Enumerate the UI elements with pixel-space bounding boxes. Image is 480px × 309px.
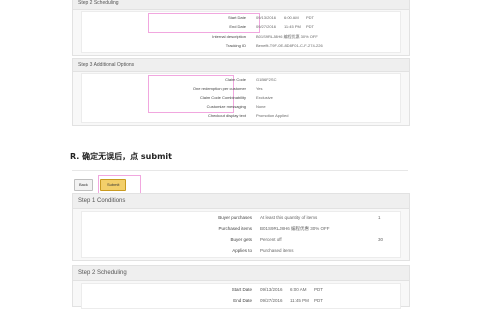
additional-row: Claim Code G1B6F2SC — [82, 77, 400, 86]
top-internal-description-label: Internal description — [212, 34, 246, 39]
bottom-step1-panel: Step 1 Conditions Buyer purchases At lea… — [72, 193, 410, 261]
condition-row: Buyer gets Percent off 30 — [82, 237, 400, 246]
submit-button[interactable]: Submit — [100, 179, 127, 191]
condition-value: B01S9RLJ8H6 编程优惠 30% OFF — [260, 226, 330, 231]
additional-label: Claim Code — [225, 77, 246, 82]
top-internal-description-value: B01S9RLJ8H6 编程优惠 30% OFF — [256, 34, 318, 39]
condition-row: Buyer purchases At least this quantity o… — [82, 215, 400, 224]
bottom-end-tz-value: PDT — [314, 298, 323, 303]
top-start-date-value: 09/13/2016 — [256, 15, 277, 20]
bottom-step1-header: Step 1 Conditions — [73, 194, 409, 209]
additional-value: G1B6F2SC — [256, 77, 277, 82]
top-start-time-value: 6:00 AM — [284, 15, 299, 20]
bottom-start-date-value: 09/13/2016 — [260, 287, 283, 292]
bottom-end-date-row: End Date 09/27/2016 11:45 PM PDT — [82, 298, 400, 307]
condition-value: Percent off — [260, 237, 282, 242]
top-end-date-row: End Date 09/27/2016 11:45 PM PDT — [82, 24, 400, 33]
additional-label: Checkout display text — [207, 113, 246, 118]
top-internal-description-row: Internal description B01S9RLJ8H6 编程优惠 30… — [82, 34, 400, 43]
top-start-date-label: Start Date — [227, 15, 246, 20]
top-step3-header: Step 3 Additional Options — [73, 59, 409, 72]
bottom-step1-body: Buyer purchases At least this quantity o… — [81, 211, 401, 258]
additional-value: Promotion Applied — [256, 113, 289, 118]
bottom-end-date-label: End Date — [233, 298, 252, 303]
additional-value: Exclusive — [256, 95, 273, 100]
bottom-step2-body: Start Date 09/13/2016 6:00 AM PDT End Da… — [81, 283, 401, 309]
top-step2-panel: Step 2 Scheduling Start Date 09/13/2016 … — [72, 0, 410, 56]
additional-label: Customize messaging — [206, 104, 246, 109]
top-step3-body: Claim Code G1B6F2SC One redemption per c… — [81, 73, 401, 123]
instruction-heading: R. 确定无误后，点 submit — [70, 152, 173, 161]
top-end-date-value: 09/27/2016 — [256, 24, 277, 29]
bottom-start-tz-value: PDT — [314, 287, 323, 292]
additional-row: Checkout display text Promotion Applied — [82, 113, 400, 122]
top-step2-header: Step 2 Scheduling — [73, 0, 409, 10]
condition-label: Buyer purchases — [218, 215, 252, 220]
additional-row: One redemption per customer Yes — [82, 86, 400, 95]
top-end-time-value: 11:45 PM — [284, 24, 301, 29]
top-end-date-label: End Date — [229, 24, 246, 29]
top-tracking-id-value: Benefit-T9F-0E-8D8F01-C-F-274-226 — [256, 43, 323, 48]
additional-label: Claim Code Combinability — [199, 95, 246, 100]
condition-extra: 30 — [378, 237, 384, 242]
top-start-tz-value: PDT — [306, 15, 314, 20]
bottom-end-time-value: 11:45 PM — [290, 298, 309, 303]
top-start-date-row: Start Date 09/13/2016 6:00 AM PDT — [82, 15, 400, 24]
bottom-end-date-value: 09/27/2016 — [260, 298, 283, 303]
condition-value: At least this quantity of items — [260, 215, 318, 220]
top-end-tz-value: PDT — [306, 24, 314, 29]
top-step2-body: Start Date 09/13/2016 6:00 AM PDT End Da… — [81, 11, 401, 53]
condition-extra: 1 — [378, 215, 381, 220]
condition-label: Purchased items — [218, 226, 252, 231]
additional-row: Customize messaging None — [82, 104, 400, 113]
condition-label: Buyer gets — [230, 237, 252, 242]
back-button[interactable]: Back — [74, 179, 93, 191]
bottom-start-date-label: Start Date — [231, 287, 252, 292]
condition-row: Purchased items B01S9RLJ8H6 编程优惠 30% OFF — [82, 226, 400, 235]
bottom-step2-header: Step 2 Scheduling — [73, 266, 409, 281]
condition-label: Applies to — [232, 248, 252, 253]
condition-row: Applies to Purchased items — [82, 248, 400, 257]
additional-row: Claim Code Combinability Exclusive — [82, 95, 400, 104]
additional-label: One redemption per customer — [192, 86, 246, 91]
additional-value: None — [256, 104, 266, 109]
top-tracking-id-label: Tracking ID — [225, 43, 246, 48]
additional-value: Yes — [256, 86, 263, 91]
bottom-start-date-row: Start Date 09/13/2016 6:00 AM PDT — [82, 287, 400, 296]
condition-value: Purchased items — [260, 248, 294, 253]
bottom-step2-panel: Step 2 Scheduling Start Date 09/13/2016 … — [72, 265, 410, 309]
top-step3-panel: Step 3 Additional Options Claim Code G1B… — [72, 58, 410, 126]
top-tracking-id-row: Tracking ID Benefit-T9F-0E-8D8F01-C-F-27… — [82, 43, 400, 52]
bottom-start-time-value: 6:00 AM — [290, 287, 307, 292]
